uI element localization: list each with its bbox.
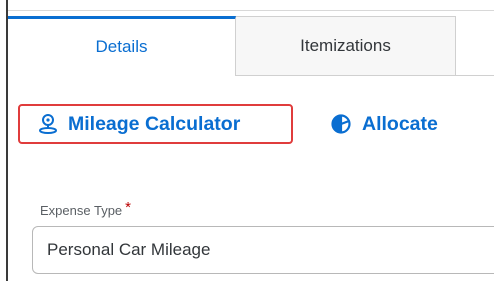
tab-itemizations-label: Itemizations — [300, 36, 391, 55]
expense-type-label-text: Expense Type — [40, 203, 123, 218]
pie-chart-icon — [330, 113, 352, 135]
tab-itemizations[interactable]: Itemizations — [236, 16, 456, 76]
action-row: Mileage Calculator Allocate — [8, 104, 494, 148]
allocate-label: Allocate — [362, 112, 438, 135]
tab-details[interactable]: Details — [8, 16, 236, 76]
required-marker: * — [125, 199, 131, 216]
expense-type-value: Personal Car Mileage — [47, 240, 211, 259]
cutoff-heading: ing — [148, 0, 278, 4]
mileage-calculator-button[interactable]: Mileage Calculator — [18, 104, 293, 144]
mileage-calculator-label: Mileage Calculator — [68, 112, 241, 135]
top-cutoff-area: ing — [8, 0, 494, 11]
expense-type-label: Expense Type * — [40, 199, 131, 219]
map-pin-icon — [38, 113, 58, 135]
tab-bar: Details Itemizations — [8, 16, 494, 76]
tab-details-label: Details — [95, 36, 148, 56]
allocate-button[interactable]: Allocate — [330, 104, 470, 144]
expense-panel: ing Details Itemizations Mileage Calcula… — [6, 0, 494, 281]
tab-bar-filler — [456, 16, 494, 76]
expense-type-field[interactable]: Personal Car Mileage — [32, 226, 494, 274]
